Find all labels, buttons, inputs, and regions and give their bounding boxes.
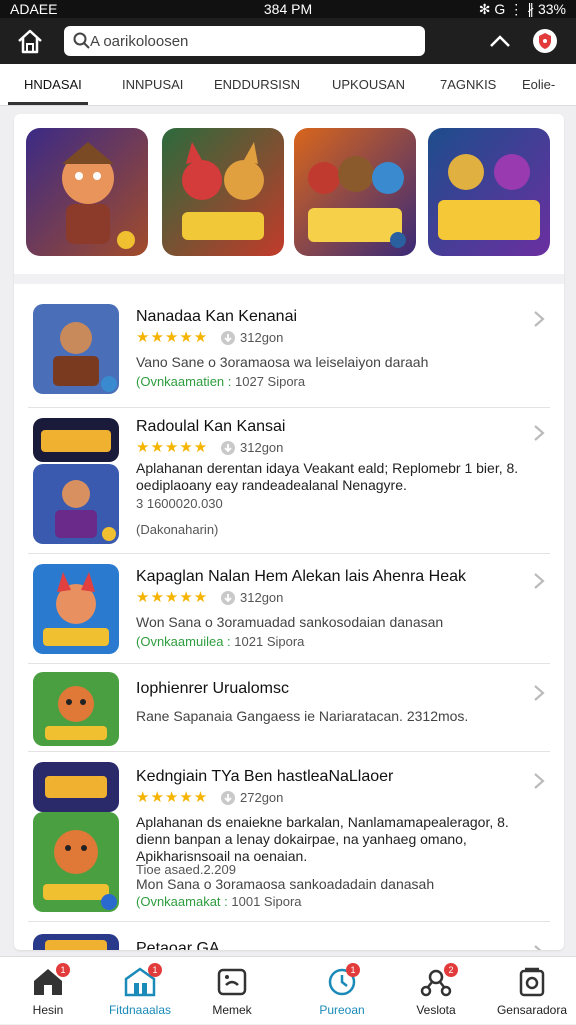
app-description-2: Mon Sana o 3oramaosa sankoadadain danasa… — [136, 876, 435, 892]
app-title: Nanadaa Kan Kenanai — [136, 308, 298, 325]
app-title: Iophienrer Urualomsc — [136, 680, 289, 697]
top-bar — [0, 18, 576, 64]
status-indicators: ✻ G ⋮ ∦ 33% — [478, 1, 566, 17]
tab-3[interactable]: UPKOUSAN — [332, 77, 405, 92]
nav-badge: 2 — [444, 963, 458, 977]
tab-1[interactable]: INNPUSAI — [122, 77, 183, 92]
chevron-right-icon — [532, 424, 546, 442]
nav-label: Veslota — [416, 1003, 456, 1017]
app-thumbnail — [33, 812, 119, 912]
download-icon — [220, 590, 236, 606]
app-meta-label: (Ovnkaamatien : — [136, 374, 232, 389]
tab-5[interactable]: Eolie- — [522, 77, 555, 92]
list-item[interactable]: Kedngiain TYa Ben hastleaNaLlaoer ★★★★★ … — [28, 752, 550, 922]
app-meta: (Dakonaharin) — [136, 522, 219, 537]
list-item[interactable]: Iophienrer Urualomsc Rane Sapanaia Ganga… — [28, 664, 550, 752]
download-count: 312gon — [240, 330, 284, 345]
app-title: Petaoar GA — [136, 940, 220, 950]
settings-icon — [514, 965, 550, 997]
download-count: 312gon — [240, 440, 284, 455]
app-thumbnail — [33, 564, 119, 654]
shield-icon[interactable] — [532, 28, 558, 54]
nav-memek[interactable]: Memek — [184, 957, 280, 1025]
app-meta-value: 1001 Sipora — [231, 894, 302, 909]
rating-stars: ★★★★★ — [136, 329, 209, 346]
app-thumbnail — [33, 934, 119, 950]
list-item[interactable]: Kapaglan Nalan Hem Alekan lais Ahenra He… — [28, 554, 550, 664]
featured-game-1[interactable] — [26, 128, 148, 256]
app-meta: (Ovnkaamuilea : 1021 Sipora — [136, 634, 304, 649]
bottom-navigation: 1 Hesin 1 Fitdnaaalas Memek 1 Pureoan 2 … — [0, 956, 576, 1024]
download-icon — [220, 790, 236, 806]
nav-pureoan[interactable]: 1 Pureoan — [294, 957, 390, 1025]
featured-game-2[interactable] — [162, 128, 284, 256]
status-bar: ADAEE 384 PM ✻ G ⋮ ∦ 33% — [0, 0, 576, 18]
tab-2[interactable]: ENDDURSISN — [214, 77, 300, 92]
search-bar[interactable] — [64, 26, 425, 56]
app-thumbnail — [33, 304, 119, 394]
app-code: 3 1600020.030 — [136, 496, 223, 511]
app-thumbnail — [33, 418, 119, 462]
nav-stores[interactable]: 1 Fitdnaaalas — [92, 957, 188, 1025]
section-divider — [14, 274, 564, 284]
app-thumbnail — [33, 672, 119, 746]
app-meta: (Ovnkaamakat : 1001 Sipora — [136, 894, 302, 909]
search-input[interactable] — [90, 30, 410, 52]
app-thumbnail — [33, 762, 119, 812]
app-meta-value: 1021 Sipora — [234, 634, 305, 649]
active-tab-indicator — [8, 102, 88, 105]
nav-veslota[interactable]: 2 Veslota — [388, 957, 484, 1025]
category-tabs: HNDASAI INNPUSAI ENDDURSISN UPKOUSAN 7AG… — [0, 64, 576, 106]
nav-label: Fitdnaaalas — [108, 1003, 172, 1017]
app-meta-label: (Ovnkaamuilea : — [136, 634, 231, 649]
gamepad-icon — [214, 965, 250, 997]
chevron-up-icon[interactable] — [488, 31, 512, 51]
app-title: Radoulal Kan Kansai — [136, 418, 286, 435]
chevron-right-icon — [532, 772, 546, 790]
list-item[interactable]: Radoulal Kan Kansai ★★★★★ 312gon Aplahan… — [28, 408, 550, 554]
app-description: Aplahanan derentan idaya Veakant eald; R… — [136, 460, 519, 493]
download-count: 272gon — [240, 790, 284, 805]
featured-game-4[interactable] — [428, 128, 550, 256]
app-thumbnail — [33, 464, 119, 544]
chevron-right-icon — [532, 572, 546, 590]
download-icon — [220, 440, 236, 456]
app-description: Rane Sapanaia Gangaess ie Nariaratacan. … — [136, 708, 469, 724]
home-icon[interactable] — [14, 26, 46, 56]
app-description: Aplahanan ds enaiekne barkalan, Nanlamam… — [136, 814, 509, 864]
featured-carousel — [26, 128, 552, 258]
app-meta-label: (Ovnkaamakat : — [136, 894, 228, 909]
app-title: Kapaglan Nalan Hem Alekan lais Ahenra He… — [136, 568, 466, 585]
rating-stars: ★★★★★ — [136, 439, 209, 456]
app-meta: (Ovnkaamatien : 1027 Sipora — [136, 374, 305, 389]
download-count: 312gon — [240, 590, 284, 605]
search-icon — [72, 31, 92, 51]
chevron-right-icon — [532, 310, 546, 328]
rating-stars: ★★★★★ — [136, 589, 209, 606]
list-item[interactable]: Nanadaa Kan Kenanai ★★★★★ 312gon Vano Sa… — [28, 290, 550, 408]
list-item[interactable]: Petaoar GA — [28, 934, 550, 950]
tab-4[interactable]: 7AGNKIS — [440, 77, 496, 92]
nav-label: Memek — [212, 1003, 252, 1017]
app-description: Vano Sane o 3oramaosa wa leiselaiyon dar… — [136, 354, 429, 370]
app-list-card: Nanadaa Kan Kenanai ★★★★★ 312gon Vano Sa… — [14, 114, 564, 950]
nav-label: Hesin — [32, 1003, 64, 1017]
app-description: Won Sana o 3oramuadad sankosodaian danas… — [136, 614, 444, 630]
nav-badge: 1 — [148, 963, 162, 977]
chevron-right-icon — [532, 944, 546, 950]
nav-home[interactable]: 1 Hesin — [0, 957, 96, 1025]
featured-game-3[interactable] — [294, 128, 416, 256]
rating-stars: ★★★★★ — [136, 789, 209, 806]
nav-gensaradora[interactable]: Gensaradora — [484, 957, 576, 1025]
app-title: Kedngiain TYa Ben hastleaNaLlaoer — [136, 768, 394, 785]
chevron-right-icon — [532, 684, 546, 702]
app-meta-value: 1027 Sipora — [235, 374, 306, 389]
app-code: Tioe asaed.2.209 — [136, 862, 236, 877]
nav-badge: 1 — [56, 963, 70, 977]
nav-label: Pureoan — [319, 1003, 365, 1017]
nav-label: Gensaradora — [496, 1003, 568, 1017]
download-icon — [220, 330, 236, 346]
nav-badge: 1 — [346, 963, 360, 977]
tab-0[interactable]: HNDASAI — [24, 77, 82, 92]
